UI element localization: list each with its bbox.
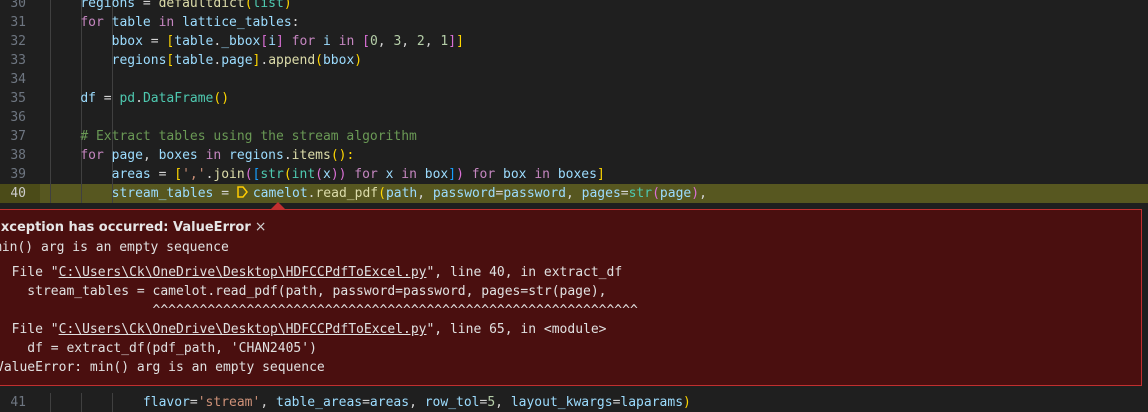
code-line[interactable]: 38 for page, boxes in regions.items(): <box>0 146 1148 165</box>
code-line[interactable]: 39 areas = [','.join([str(int(x)) for x … <box>0 165 1148 184</box>
line-number: 39 <box>10 167 26 182</box>
traceback-line: stream_tables = camelot.read_pdf(path, p… <box>0 284 607 299</box>
line-number: 38 <box>10 148 26 163</box>
code-line[interactable]: 31 for table in lattice_tables: <box>0 13 1148 32</box>
line-number: 31 <box>10 15 26 30</box>
traceback-line: ^^^^^^^^^^^^^^^^^^^^^^^^^^^^^^^^^^^^^^^^… <box>0 303 638 318</box>
file-path-link[interactable]: C:\Users\Ck\OneDrive\Desktop\HDFCCPdfToE… <box>59 322 427 337</box>
line-number: 35 <box>10 91 26 106</box>
traceback-line: df = extract_df(pdf_path, 'CHAN2405') <box>0 341 317 356</box>
exception-widget: Exception has occurred: ValueError × min(… <box>0 209 1142 386</box>
code-line[interactable]: 36 <box>0 108 1148 127</box>
code-text: areas = [','.join([str(int(x)) for x in … <box>111 167 605 182</box>
line-number: 32 <box>10 34 26 49</box>
line-number: 33 <box>10 53 26 68</box>
indent-guide <box>50 70 51 89</box>
code-text: flavor='stream', table_areas=areas, row_… <box>142 395 691 410</box>
exception-title: Exception has occurred: ValueError × <box>0 219 266 235</box>
file-path-link[interactable]: C:\Users\Ck\OneDrive\Desktop\HDFCCPdfToE… <box>59 265 427 280</box>
indent-guide <box>81 70 82 89</box>
code-text: # Extract tables using the stream algori… <box>80 129 417 144</box>
code-text: stream_tables = camelot.read_pdf(path, p… <box>111 186 707 201</box>
code-line[interactable]: 40 stream_tables = camelot.read_pdf(path… <box>0 184 1148 203</box>
code-line[interactable]: 32 bbox = [table._bbox[i] for i in [0, 3… <box>0 32 1148 51</box>
line-number: 41 <box>10 395 26 410</box>
indent-guide <box>112 108 113 127</box>
line-number: 40 <box>10 186 26 201</box>
line-number: 36 <box>10 110 26 125</box>
code-text: regions[table.page].append(bbox) <box>111 53 363 68</box>
indent-guide <box>50 108 51 127</box>
code-text: df = pd.DataFrame() <box>80 91 230 106</box>
code-text: for page, boxes in regions.items(): <box>80 148 355 163</box>
code-line[interactable]: 30 regions = defaultdict(list) <box>0 0 1148 13</box>
code-line[interactable]: 37 # Extract tables using the stream alg… <box>0 127 1148 146</box>
code-text: for table in lattice_tables: <box>80 15 300 30</box>
traceback-line: File "C:\Users\Ck\OneDrive\Desktop\HDFCC… <box>0 265 623 280</box>
breakpoint-stop-icon <box>237 186 248 198</box>
line-number: 30 <box>10 0 26 11</box>
code-text: bbox = [table._bbox[i] for i in [0, 3, 2… <box>111 34 464 49</box>
indent-guide <box>112 70 113 89</box>
code-text: regions = defaultdict(list) <box>80 0 292 11</box>
line-number: 37 <box>10 129 26 144</box>
code-line[interactable]: 41 flavor='stream', table_areas=areas, r… <box>0 393 1148 412</box>
code-line[interactable]: 34 <box>0 70 1148 89</box>
close-icon[interactable]: × <box>255 219 267 235</box>
exception-pointer <box>271 202 285 209</box>
code-line[interactable]: 33 regions[table.page].append(bbox) <box>0 51 1148 70</box>
exception-message: min() arg is an empty sequence <box>0 240 229 255</box>
indent-guide <box>81 108 82 127</box>
traceback-line: ValueError: min() arg is an empty sequen… <box>0 360 325 375</box>
exception-title-text: Exception has occurred: ValueError <box>0 220 251 235</box>
code-line[interactable]: 35 df = pd.DataFrame() <box>0 89 1148 108</box>
line-number: 34 <box>10 72 26 87</box>
traceback-line: File "C:\Users\Ck\OneDrive\Desktop\HDFCC… <box>0 322 607 337</box>
